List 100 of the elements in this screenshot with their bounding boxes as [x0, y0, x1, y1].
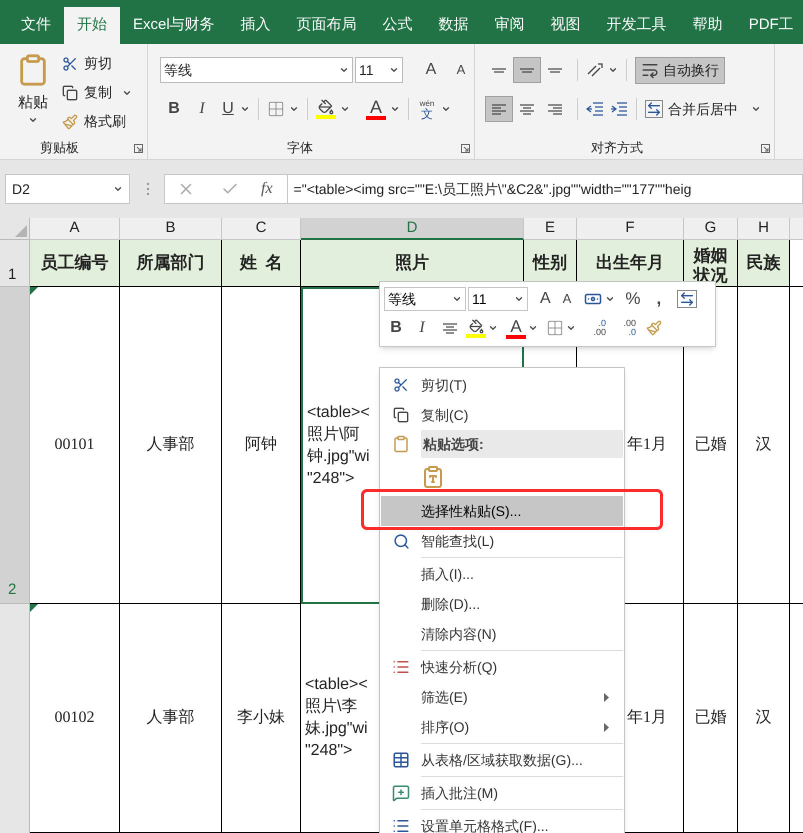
ribbon-tab[interactable]: 页面布局: [284, 7, 370, 44]
underline-button[interactable]: U: [216, 97, 240, 121]
font-color-button[interactable]: A: [506, 318, 526, 338]
more-icon: [146, 182, 150, 196]
name-box[interactable]: D2: [5, 174, 130, 204]
column-header[interactable]: A: [30, 218, 120, 240]
cell-text-line: 钟.jpg"wi: [307, 446, 370, 466]
wrap-text-icon: [641, 61, 659, 79]
table-icon: [392, 751, 410, 769]
menu-item[interactable]: 选择性粘贴(S)...: [381, 496, 623, 526]
caret-icon: [566, 323, 576, 333]
cut-button[interactable]: 剪切: [62, 50, 132, 77]
caret-icon: [441, 104, 451, 114]
percent-button[interactable]: %: [625, 286, 640, 312]
table-cell: 阿钟: [222, 287, 301, 604]
align-icon: [519, 104, 535, 114]
column-header[interactable]: D: [301, 218, 524, 240]
align-icon: [519, 68, 535, 72]
wrap-text-button[interactable]: 自动换行: [635, 56, 725, 84]
grow-font-button[interactable]: A: [540, 287, 551, 311]
italic-button[interactable]: I: [188, 97, 216, 121]
shrink-font-button[interactable]: A: [449, 60, 473, 80]
scissors-icon: [393, 377, 409, 393]
ribbon-tab[interactable]: 开始: [64, 7, 120, 44]
formula-text[interactable]: ="<table><img src=""E:\员工照片\"&C2&".jpg""width=""177""heig: [294, 178, 692, 200]
comma-button[interactable]: ,: [656, 286, 662, 312]
cell-text-line: <table><: [307, 402, 370, 422]
font-name-select[interactable]: 等线: [160, 57, 353, 83]
ribbon-tab[interactable]: 插入: [228, 7, 284, 44]
caret-icon: [514, 294, 524, 304]
cell-text-line: 照片\李: [305, 696, 358, 717]
decrease-indent-icon[interactable]: [586, 102, 604, 116]
scissors-icon: [62, 56, 78, 72]
ribbon-tab[interactable]: 公式: [370, 7, 426, 44]
column-header[interactable]: E: [524, 218, 577, 240]
paste-button[interactable]: 粘贴: [8, 50, 58, 132]
cell-text-line: 妹.jpg"wi: [305, 719, 368, 739]
italic-button[interactable]: I: [410, 316, 434, 340]
font-size-select[interactable]: 11: [355, 57, 403, 83]
shrink-font-button[interactable]: A: [562, 289, 572, 309]
format-cells-icon: [392, 817, 410, 833]
decrease-decimal-button[interactable]: .00 .0: [614, 319, 636, 337]
ribbon-tab[interactable]: 审阅: [482, 7, 538, 44]
column-header[interactable]: G: [684, 218, 738, 240]
align-icon: [442, 322, 458, 334]
dialog-launcher-icon[interactable]: [461, 144, 470, 153]
merge-center-button[interactable]: 合并后居中: [645, 96, 761, 122]
align-icon: [491, 68, 507, 72]
column-header[interactable]: B: [120, 218, 222, 240]
ribbon-tab[interactable]: 文件: [8, 7, 64, 44]
column-header[interactable]: C: [222, 218, 301, 240]
borders-icon[interactable]: [546, 319, 564, 337]
group-label: 剪贴板: [40, 138, 79, 156]
row-header[interactable]: 1: [0, 240, 30, 287]
orientation-icon[interactable]: [586, 62, 604, 78]
paste-text-icon[interactable]: [421, 464, 445, 490]
dialog-launcher-icon[interactable]: [761, 144, 770, 153]
fill-color-icon[interactable]: [316, 99, 336, 119]
dialog-launcher-icon[interactable]: [134, 144, 143, 153]
menu-section-header: 粘贴选项:: [421, 430, 623, 458]
column-header[interactable]: H: [738, 218, 790, 240]
copy-icon: [62, 84, 78, 100]
format-painter-button[interactable]: 格式刷: [62, 108, 132, 135]
table-cell: 00102: [30, 604, 120, 833]
fill-color-icon[interactable]: [466, 318, 486, 338]
caret-icon: [113, 184, 123, 194]
cell-text-line: "248">: [305, 741, 354, 761]
caret-icon: [488, 323, 498, 333]
ribbon-tab[interactable]: 帮助: [680, 7, 736, 44]
ribbon-tab[interactable]: 开发工具: [594, 7, 680, 44]
comment-icon: [392, 784, 410, 802]
copy-button[interactable]: 复制: [62, 79, 132, 106]
caret-icon: [452, 294, 462, 304]
increase-indent-icon[interactable]: [610, 102, 628, 116]
table-cell: 人事部: [120, 604, 222, 833]
ribbon-tab[interactable]: Excel与财务: [120, 7, 228, 44]
phonetic-button[interactable]: wén 文: [417, 98, 437, 120]
caret-icon: [608, 65, 618, 75]
quick-analysis-icon: [392, 658, 410, 676]
ribbon-tab[interactable]: 数据: [426, 7, 482, 44]
grow-font-button[interactable]: A: [419, 58, 443, 82]
bold-button[interactable]: B: [384, 316, 408, 340]
insert-function-button[interactable]: fx: [261, 177, 273, 201]
borders-icon[interactable]: [267, 100, 285, 118]
merge-icon[interactable]: [677, 290, 698, 308]
font-name-select[interactable]: 等线: [384, 287, 466, 311]
ribbon-tab[interactable]: PDF工: [736, 7, 803, 44]
align-icon: [547, 104, 563, 114]
bold-button[interactable]: B: [160, 97, 188, 121]
table-cell: 汉: [738, 604, 790, 833]
increase-decimal-button[interactable]: .0 .00: [584, 319, 606, 337]
caret-icon: [390, 104, 400, 114]
ribbon-tab[interactable]: 视图: [538, 7, 594, 44]
font-size-select[interactable]: 11: [468, 287, 528, 311]
row-header[interactable]: 2: [0, 287, 30, 604]
vertical-align-button[interactable]: [513, 57, 541, 83]
paintbrush-icon[interactable]: [646, 320, 662, 336]
font-color-button[interactable]: A: [366, 98, 386, 120]
horizontal-align-button[interactable]: [485, 96, 513, 122]
column-header[interactable]: F: [577, 218, 684, 240]
